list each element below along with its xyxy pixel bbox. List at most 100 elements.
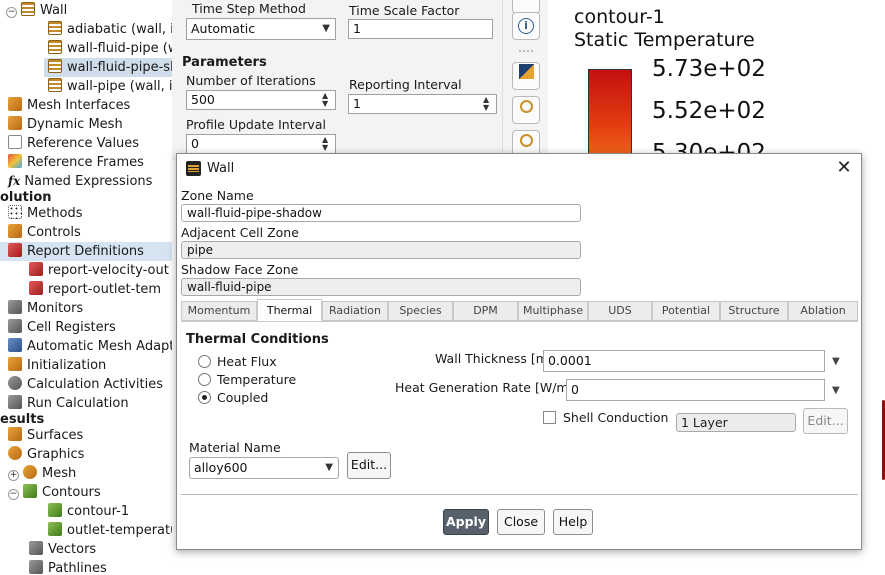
chevron-down-icon: ▼ (325, 462, 333, 473)
time-scale-factor-label: Time Scale Factor (349, 3, 460, 18)
zoom-box-button[interactable] (512, 96, 540, 124)
time-scale-factor-input[interactable]: 1 (348, 19, 493, 39)
tree-item-mesh[interactable]: + Mesh (8, 464, 76, 483)
adjacent-cell-zone-field: pipe (181, 241, 581, 259)
time-step-method-select[interactable]: Automatic ▼ (186, 18, 336, 40)
radio-temperature-label: Temperature (217, 372, 297, 387)
tree-item-graphics[interactable]: Graphics (8, 445, 84, 464)
radio-heat-flux[interactable] (198, 355, 211, 368)
colormap-tick: 5.73e+02 (652, 56, 766, 82)
pathlines-icon (29, 560, 43, 574)
tree-item-controls[interactable]: Controls (8, 223, 81, 242)
zoom-in-icon (519, 134, 533, 147)
tree-item-surfaces[interactable]: Surfaces (8, 426, 83, 445)
layers-edit-button[interactable]: Edit... (803, 408, 848, 434)
info-button[interactable]: i (512, 12, 540, 40)
report-icon (29, 281, 43, 295)
help-button[interactable]: Help (553, 509, 593, 535)
dynamic-mesh-icon (8, 116, 22, 130)
adjacent-cell-zone-label: Adjacent Cell Zone (181, 225, 299, 240)
tab-thermal[interactable]: Thermal (257, 299, 322, 321)
tree-item-report-velocity-out[interactable]: report-velocity-out (29, 261, 169, 280)
tree-item-report-outlet-tem[interactable]: report-outlet-tem (29, 280, 161, 299)
tree-item-cell-registers[interactable]: Cell Registers (8, 318, 116, 337)
layers-select: 1 Layer (676, 413, 796, 432)
tree-item-report-definitions[interactable]: Report Definitions (0, 242, 172, 261)
contours-icon (23, 484, 37, 498)
tree-item-calculation-activities[interactable]: Calculation Activities (8, 375, 163, 394)
heat-generation-rate-input[interactable]: 0 (566, 379, 825, 401)
monitors-icon (8, 300, 22, 314)
tab-structure[interactable]: Structure (720, 301, 788, 321)
tree-item-mesh-interfaces[interactable]: Mesh Interfaces (8, 96, 130, 115)
close-icon[interactable]: ✕ (833, 157, 855, 179)
tree-item-initialization[interactable]: Initialization (8, 356, 106, 375)
expand-icon[interactable]: + (8, 470, 19, 481)
tab-dpm[interactable]: DPM (453, 301, 518, 321)
tree-item-wall-fluid-pipe[interactable]: wall-fluid-pipe (w (48, 39, 172, 58)
material-name-select[interactable]: alloy600 ▼ (189, 457, 339, 479)
toolbar-divider (519, 50, 533, 52)
thermal-conditions-heading: Thermal Conditions (186, 332, 329, 347)
spinner-icon[interactable]: ▲ ▼ (322, 136, 332, 152)
collapse-icon[interactable]: − (8, 489, 19, 500)
tree-item-wall-fluid-pipe-shadow[interactable]: wall-fluid-pipe-sh (44, 58, 172, 77)
tree-item-monitors[interactable]: Monitors (8, 299, 83, 318)
tree-item-reference-frames[interactable]: Reference Frames (8, 153, 144, 172)
material-edit-button[interactable]: Edit... (347, 452, 391, 479)
spinner-icon[interactable]: ▲ ▼ (322, 92, 332, 108)
spinner-icon[interactable]: ▲ ▼ (483, 96, 493, 112)
tab-multiphase[interactable]: Multiphase (518, 301, 588, 321)
thermal-tab-panel: Thermal Conditions Heat Flux Temperature… (181, 321, 858, 493)
tree-item-outlet-temperature[interactable]: outlet-temperatur (48, 521, 172, 540)
tab-radiation[interactable]: Radiation (322, 301, 388, 321)
wall-boundary-icon (48, 40, 62, 54)
info-icon: i (518, 18, 534, 34)
wall-thickness-input[interactable]: 0.0001 (543, 350, 825, 372)
contour-icon (48, 522, 62, 536)
dialog-title: Wall (207, 161, 235, 176)
tab-ablation[interactable]: Ablation (788, 301, 858, 321)
tab-uds[interactable]: UDS (588, 301, 652, 321)
run-calculation-icon (8, 395, 22, 409)
chevron-down-icon[interactable]: ▼ (832, 356, 840, 367)
mesh-icon (23, 465, 37, 479)
apply-button[interactable]: Apply (443, 509, 489, 535)
profile-update-interval-input[interactable]: 0 ▲ ▼ (186, 134, 336, 154)
mesh-interfaces-icon (8, 97, 22, 111)
fx-icon: fx (8, 174, 21, 188)
fit-view-button[interactable] (512, 62, 540, 90)
reporting-interval-input[interactable]: 1 ▲ ▼ (348, 94, 497, 114)
tree-item-adiabatic[interactable]: adiabatic (wall, id (48, 20, 172, 39)
tree-item-pathlines[interactable]: Pathlines (29, 559, 107, 575)
tree-item-methods[interactable]: Methods (8, 204, 83, 223)
iterations-input[interactable]: 500 ▲ ▼ (186, 90, 336, 110)
zone-name-field[interactable]: wall-fluid-pipe-shadow (181, 204, 581, 222)
tab-species[interactable]: Species (388, 301, 453, 321)
outline-tree: − Wall adiabatic (wall, id wall-fluid-pip… (0, 0, 172, 575)
tree-item-reference-values[interactable]: Reference Values (8, 134, 139, 153)
tab-momentum[interactable]: Momentum (181, 301, 257, 321)
close-button[interactable]: Close (497, 509, 545, 535)
radio-heat-flux-label: Heat Flux (217, 354, 277, 369)
radio-temperature[interactable] (198, 373, 211, 386)
wall-icon (21, 2, 35, 16)
collapse-icon[interactable]: − (6, 7, 17, 18)
report-definitions-icon (8, 243, 22, 257)
tree-item-contour-1[interactable]: contour-1 (48, 502, 129, 521)
tree-item-automatic-mesh-adaption[interactable]: Automatic Mesh Adaptic (8, 337, 172, 356)
wall-icon (186, 161, 201, 176)
parameters-heading: Parameters (182, 55, 267, 70)
dialog-titlebar[interactable]: Wall ✕ (177, 154, 861, 184)
chevron-down-icon[interactable]: ▼ (832, 385, 840, 396)
tree-item-wall[interactable]: − Wall (6, 1, 67, 20)
tree-item-wall-pipe[interactable]: wall-pipe (wall, id (48, 77, 172, 96)
radio-coupled[interactable] (198, 391, 211, 404)
shell-conduction-checkbox[interactable] (543, 411, 556, 424)
initialization-icon (8, 357, 22, 371)
tree-item-contours[interactable]: − Contours (8, 483, 101, 502)
tree-item-vectors[interactable]: Vectors (29, 540, 96, 559)
tab-potential[interactable]: Potential (652, 301, 720, 321)
tree-item-dynamic-mesh[interactable]: Dynamic Mesh (8, 115, 123, 134)
controls-icon (8, 224, 22, 238)
